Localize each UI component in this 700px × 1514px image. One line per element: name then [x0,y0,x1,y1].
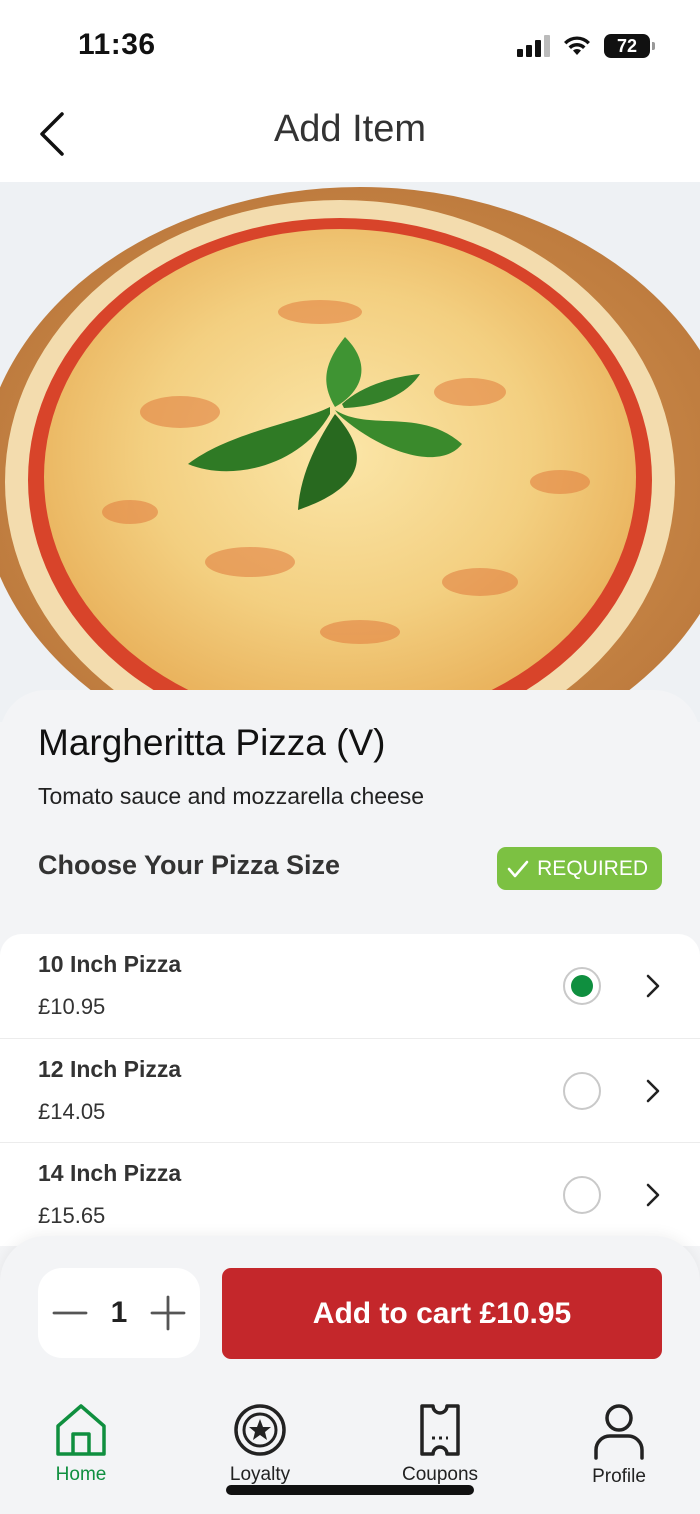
tab-label: Coupons [401,1464,479,1485]
header: Add Item [0,92,700,182]
radio-button[interactable] [563,1176,601,1214]
loyalty-star-icon [234,1404,286,1456]
tab-label: Profile [592,1466,646,1487]
chevron-right-icon[interactable] [644,1181,662,1209]
battery-icon: 72 [604,34,655,58]
home-icon [56,1404,106,1456]
coupon-ticket-icon [420,1404,460,1456]
option-price: £10.95 [38,994,106,1019]
tab-label: Loyalty [229,1464,291,1485]
option-name: 14 Inch Pizza [38,1160,182,1186]
size-option-14-inch[interactable]: 14 Inch Pizza £15.65 [0,1142,700,1246]
wifi-icon [564,36,590,55]
size-option-10-inch[interactable]: 10 Inch Pizza £10.95 [0,934,700,1038]
option-price: £14.05 [38,1099,106,1124]
status-time: 11:36 [78,28,156,61]
option-name: 10 Inch Pizza [38,951,182,977]
size-options-list: 10 Inch Pizza £10.95 12 Inch Pizza £14.0… [0,934,700,1246]
minus-icon[interactable] [52,1295,88,1331]
chevron-right-icon[interactable] [644,972,662,1000]
tab-home[interactable]: Home [11,1402,151,1502]
profile-icon [594,1404,644,1460]
status-icons: 72 [517,34,655,58]
quantity-value: 1 [110,1296,128,1329]
required-badge: REQUIRED [497,847,662,890]
chevron-right-icon[interactable] [644,1077,662,1105]
item-name: Margheritta Pizza (V) [38,722,386,763]
pizza-image [0,182,700,722]
page-title: Add Item [273,108,427,150]
status-bar: 11:36 72 [0,0,700,92]
option-name: 12 Inch Pizza [38,1056,182,1082]
item-hero-image [0,182,700,722]
plus-icon[interactable] [150,1295,186,1331]
required-badge-label: REQUIRED [537,856,648,880]
checkmark-icon [507,860,529,877]
radio-button[interactable] [563,1072,601,1110]
add-to-cart-button[interactable]: Add to cart £10.95 [222,1268,662,1359]
home-indicator [226,1485,474,1495]
size-section-title: Choose Your Pizza Size [38,850,341,880]
option-price: £15.65 [38,1203,106,1228]
item-description: Tomato sauce and mozzarella cheese [38,783,425,809]
size-option-12-inch[interactable]: 12 Inch Pizza £14.05 [0,1038,700,1142]
radio-button-selected[interactable] [563,967,601,1005]
tab-label: Home [55,1464,107,1485]
quantity-stepper: 1 [38,1268,200,1358]
cellular-signal-icon [517,35,550,57]
tab-profile[interactable]: Profile [549,1402,689,1502]
